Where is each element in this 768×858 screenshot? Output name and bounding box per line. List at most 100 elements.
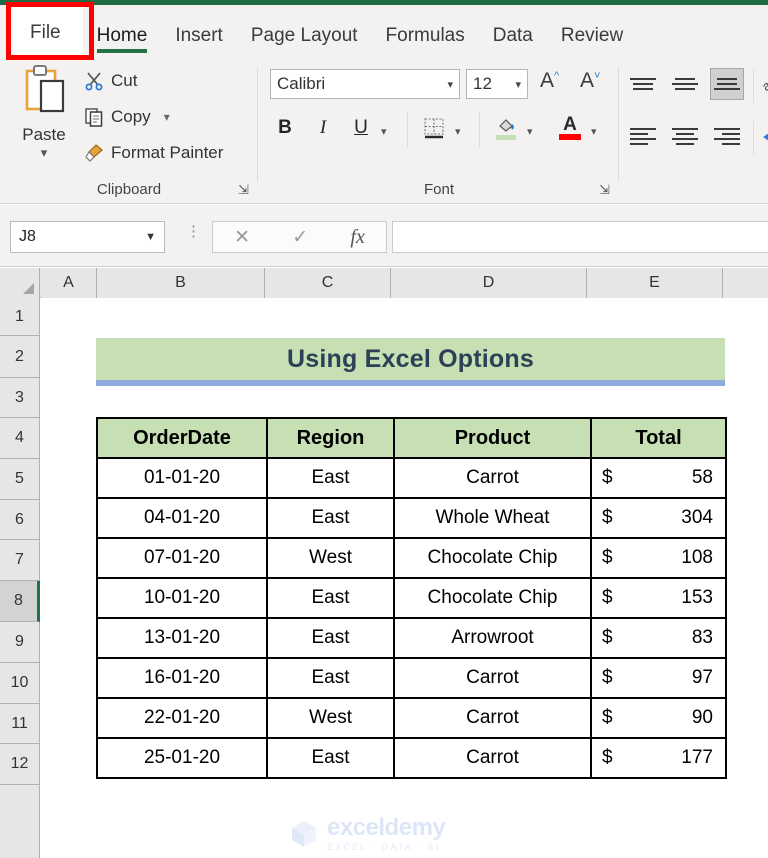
row-header-8[interactable]: 8 <box>0 581 40 622</box>
copy-button[interactable]: Copy ▾ <box>84 107 170 127</box>
borders-button[interactable] <box>419 113 449 143</box>
insert-function-button[interactable]: fx <box>350 226 364 249</box>
column-header-b[interactable]: B <box>97 268 265 298</box>
borders-chevron-down-icon[interactable]: ▾ <box>455 125 461 138</box>
underline-label: U <box>354 117 368 138</box>
row-header-2[interactable]: 2 <box>0 336 40 378</box>
cell-product: Carrot <box>393 657 592 699</box>
column-header-a[interactable]: A <box>41 268 97 298</box>
underline-button[interactable]: U <box>349 115 373 141</box>
row-header-5[interactable]: 5 <box>0 459 40 500</box>
tab-data[interactable]: Data <box>479 26 547 59</box>
column-header-c[interactable]: C <box>265 268 391 298</box>
cell-orderdate: 16-01-20 <box>96 657 268 699</box>
decrease-indent-button[interactable] <box>762 127 768 152</box>
chevron-down-icon[interactable]: ▾ <box>41 146 48 159</box>
worksheet-area[interactable]: Using Excel Options OrderDate Region Pro… <box>41 298 768 858</box>
increase-font-size-button[interactable]: A^ <box>540 69 559 93</box>
tab-insert[interactable]: Insert <box>161 26 237 59</box>
cell-total: $304 <box>590 497 727 539</box>
total-amount: 177 <box>681 747 713 768</box>
row-header-4[interactable]: 4 <box>0 418 40 459</box>
row-header-9[interactable]: 9 <box>0 622 40 663</box>
align-middle-button[interactable] <box>672 73 698 95</box>
column-header-f[interactable] <box>723 268 768 298</box>
currency-symbol: $ <box>602 507 613 528</box>
group-divider <box>753 69 754 103</box>
chevron-down-icon[interactable]: ▾ <box>164 110 170 124</box>
align-left-button[interactable] <box>630 125 656 147</box>
formula-input[interactable] <box>392 221 768 253</box>
row-header-6[interactable]: 6 <box>0 500 40 540</box>
fill-color-button[interactable] <box>491 111 521 145</box>
italic-button[interactable]: I <box>311 115 335 141</box>
tab-file[interactable]: File <box>8 5 83 59</box>
svg-text:a: a <box>762 77 768 94</box>
orientation-icon: a <box>759 77 768 94</box>
table-header-row: OrderDate Region Product Total <box>96 417 727 459</box>
cancel-formula-button[interactable]: ✕ <box>234 226 250 249</box>
table-row: 01-01-20 East Carrot $58 <box>96 457 727 499</box>
name-box[interactable]: J8 ▼ <box>10 221 165 253</box>
total-amount: 97 <box>691 667 713 688</box>
exceldemy-logo-icon <box>292 821 316 847</box>
table-row: 13-01-20 East Arrowroot $83 <box>96 617 727 659</box>
font-name-value: Calibri <box>277 74 326 93</box>
cell-product: Whole Wheat <box>393 497 592 539</box>
tab-formulas[interactable]: Formulas <box>372 26 479 59</box>
font-size-input[interactable]: 12 ▾ <box>466 69 528 99</box>
select-all-corner[interactable] <box>0 268 40 298</box>
cell-orderdate: 13-01-20 <box>96 617 268 659</box>
group-divider <box>257 67 258 182</box>
font-name-input[interactable]: Calibri ▾ <box>270 69 460 99</box>
tab-page-layout[interactable]: Page Layout <box>237 26 372 59</box>
row-header-7[interactable]: 7 <box>0 540 40 581</box>
align-top-button[interactable] <box>630 73 656 95</box>
tab-insert-label: Insert <box>175 25 223 46</box>
align-right-button[interactable] <box>714 125 740 147</box>
column-header-row: A B C D E <box>0 268 768 298</box>
font-size-value: 12 <box>473 74 492 93</box>
data-table: OrderDate Region Product Total 01-01-20 E… <box>96 417 727 779</box>
chevron-down-icon[interactable]: ▾ <box>447 78 453 91</box>
bold-button[interactable]: B <box>273 115 297 141</box>
row-header-12[interactable]: 12 <box>0 744 40 785</box>
row-header-13[interactable] <box>0 785 40 858</box>
column-header-d[interactable]: D <box>391 268 587 298</box>
clipboard-dialog-launcher[interactable]: ⇲ <box>238 183 252 197</box>
copy-label: Copy <box>111 107 151 126</box>
paste-button[interactable]: Paste ▾ <box>10 63 78 171</box>
format-painter-button[interactable]: Format Painter <box>84 143 223 163</box>
row-header-1[interactable]: 1 <box>0 298 40 336</box>
fill-color-chevron-down-icon[interactable]: ▾ <box>527 125 533 138</box>
cell-region: East <box>266 737 395 779</box>
align-center-button[interactable] <box>672 125 698 147</box>
cell-region: East <box>266 657 395 699</box>
exceldemy-watermark: exceldemy EXCEL · DATA · BI <box>289 812 519 856</box>
decrease-font-size-button[interactable]: A˅ <box>580 69 600 93</box>
name-box-value: J8 <box>19 228 36 245</box>
chevron-down-icon[interactable]: ▾ <box>515 78 521 91</box>
align-bottom-button[interactable] <box>714 73 740 95</box>
tab-home[interactable]: Home <box>83 26 162 59</box>
orientation-button[interactable]: a <box>759 73 768 100</box>
formula-bar-handle[interactable]: ⋮ <box>186 224 201 239</box>
total-amount: 108 <box>681 547 713 568</box>
tab-review[interactable]: Review <box>547 26 637 59</box>
chevron-down-icon[interactable]: ▼ <box>145 231 156 243</box>
confirm-formula-button[interactable]: ✓ <box>292 226 308 249</box>
cut-button[interactable]: Cut <box>84 71 137 91</box>
font-color-button[interactable]: A <box>555 111 585 145</box>
font-color-chevron-down-icon[interactable]: ▾ <box>591 125 597 138</box>
formula-bar: J8 ▼ ⋮ ✕ ✓ fx <box>0 205 768 267</box>
row-header-10[interactable]: 10 <box>0 663 40 704</box>
row-header-3[interactable]: 3 <box>0 378 40 418</box>
font-dialog-launcher[interactable]: ⇲ <box>599 183 613 197</box>
table-row: 25-01-20 East Carrot $177 <box>96 737 727 779</box>
tab-formulas-label: Formulas <box>385 25 465 46</box>
row-header-11[interactable]: 11 <box>0 704 40 744</box>
underline-chevron-down-icon[interactable]: ▾ <box>381 125 387 138</box>
table-row: 07-01-20 West Chocolate Chip $108 <box>96 537 727 579</box>
fill-color-icon <box>499 118 514 132</box>
column-header-e[interactable]: E <box>587 268 723 298</box>
